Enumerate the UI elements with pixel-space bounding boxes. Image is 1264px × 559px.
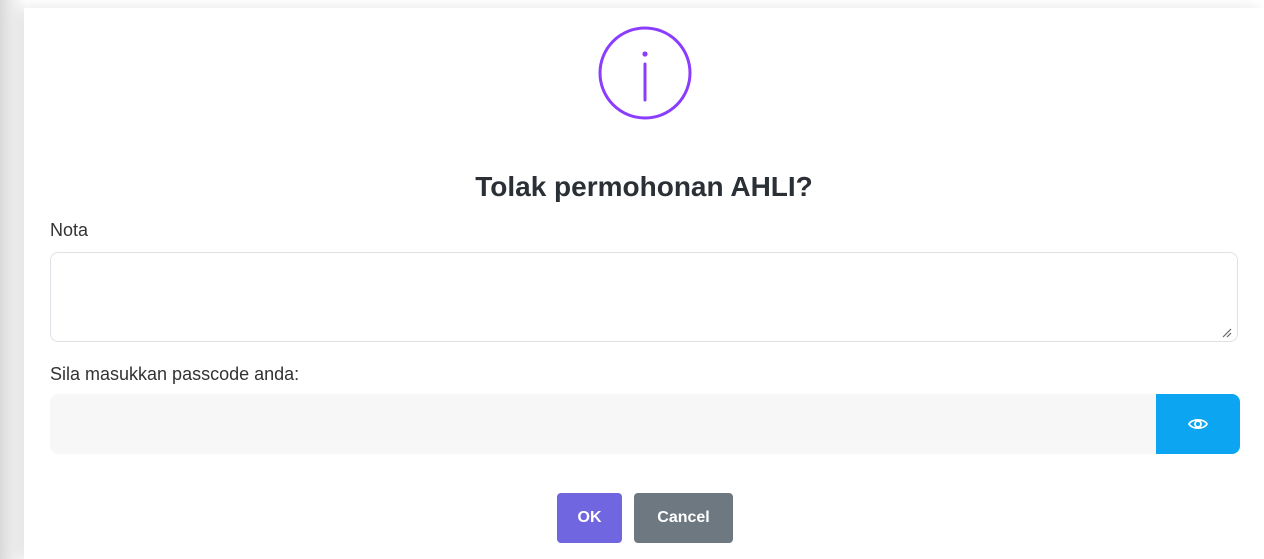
resize-handle-icon[interactable] (1220, 326, 1232, 338)
note-textarea[interactable] (50, 252, 1238, 342)
cancel-button[interactable]: Cancel (634, 493, 733, 543)
dialog-title: Tolak permohonan AHLI? (475, 171, 813, 202)
reject-dialog: Tolak permohonan AHLI? Nota Sila masukka… (24, 8, 1264, 559)
passcode-input[interactable] (50, 394, 1156, 454)
passcode-input-group (50, 394, 1240, 454)
passcode-label: Sila masukkan passcode anda: (50, 364, 300, 384)
info-icon (598, 26, 692, 120)
toggle-passcode-visibility-button[interactable] (1156, 394, 1240, 454)
note-label: Nota (50, 220, 89, 240)
eye-icon (1188, 418, 1208, 430)
ok-button[interactable]: OK (557, 493, 622, 543)
